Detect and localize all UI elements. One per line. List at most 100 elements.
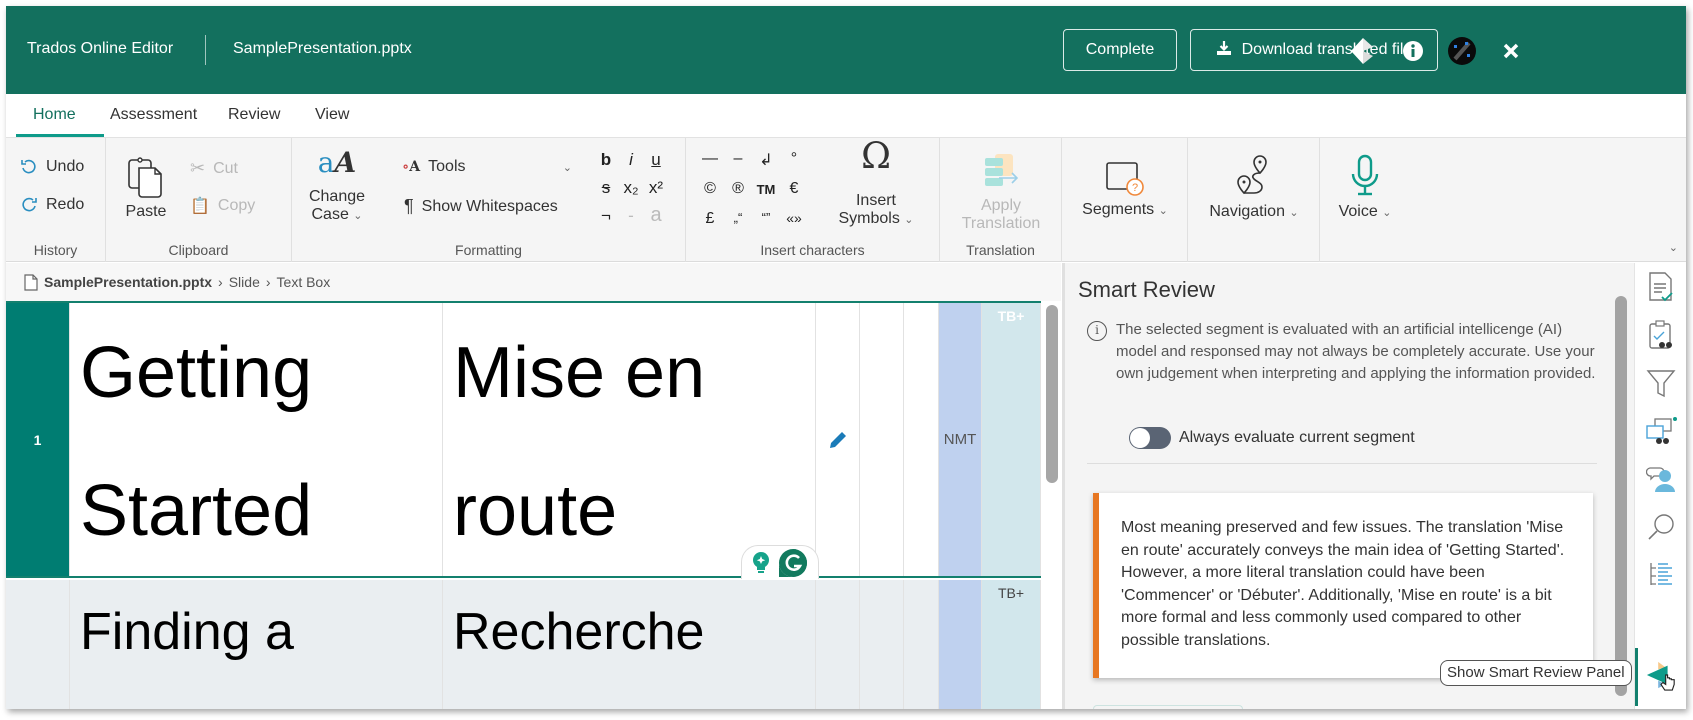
target-cell[interactable]: Mise en route (443, 303, 816, 576)
breadcrumb-item[interactable]: Slide (229, 274, 260, 290)
voice-label: Voice (1338, 203, 1378, 220)
insert-symbols-button[interactable]: Ω Insert Symbols ⌄ (826, 139, 926, 229)
show-whitespaces-button[interactable]: ¶ Show Whitespaces (404, 196, 558, 217)
guillemets-button[interactable]: «» (782, 210, 806, 226)
ribbon-tabs: Home Assessment Review View (6, 94, 1686, 138)
source-text-line: Started (80, 471, 313, 551)
apply-translation-label-2: Translation (961, 215, 1041, 232)
target-text-line[interactable]: Recherche (443, 580, 815, 682)
tb-badge: TB+ (982, 580, 1041, 709)
copyright-button[interactable]: © (698, 180, 722, 198)
copy-button[interactable]: 📋 Copy (190, 196, 255, 216)
hyphen-button[interactable]: - (620, 206, 642, 226)
translation-group-label: Translation (966, 242, 1035, 258)
underline-button[interactable]: u (645, 150, 667, 170)
chevron-down-icon: ⌄ (562, 161, 572, 174)
paste-label: Paste (125, 203, 167, 220)
segment-row[interactable]: Finding a Recherche TB+ (6, 580, 1041, 709)
always-evaluate-toggle[interactable] (1129, 427, 1171, 449)
filter-icon[interactable] (1645, 367, 1677, 399)
line-break-button[interactable]: ↲ (754, 150, 778, 170)
tools-dropdown[interactable]: ∘A Tools ⌄ (402, 158, 572, 176)
insert-symbols-label-2: Symbols (838, 210, 900, 227)
info-icon[interactable] (1398, 36, 1428, 66)
trados-logo-icon[interactable] (1349, 36, 1379, 66)
tb-badge: TB+ (982, 303, 1041, 576)
euro-button[interactable]: € (782, 180, 806, 198)
breadcrumb-item[interactable]: Text Box (277, 274, 331, 290)
pilcrow-icon: ¶ (404, 196, 414, 216)
download-label: Download translated file (1241, 41, 1413, 58)
comments-user-icon[interactable] (1645, 463, 1677, 495)
grammarly-widget[interactable] (741, 545, 819, 579)
target-cell[interactable]: Recherche (443, 580, 816, 709)
change-case-icon: aA (317, 146, 357, 179)
grammarly-icon (779, 548, 807, 577)
navigation-icon (1237, 155, 1267, 195)
breadcrumb-separator: › (218, 274, 223, 290)
always-evaluate-toggle-row: Always evaluate current segment (1129, 427, 1415, 449)
subscript-button[interactable]: x₂ (620, 178, 642, 198)
change-case-button[interactable]: aA Change Case ⌄ (304, 146, 370, 225)
target-text-line[interactable]: Mise en (443, 303, 815, 441)
tab-review[interactable]: Review (228, 106, 280, 124)
redo-button[interactable]: Redo (20, 196, 84, 214)
source-cell: Finding a (70, 580, 443, 709)
non-breaking-button[interactable]: ¬ (595, 206, 617, 226)
app-window: Trados Online Editor SamplePresentation.… (6, 6, 1686, 709)
navigation-dropdown[interactable]: Navigation ⌄ (1194, 154, 1314, 222)
panel-scrollbar[interactable] (1615, 296, 1627, 696)
breadcrumb: SamplePresentation.pptx › Slide › Text B… (6, 263, 1061, 301)
em-dash-button[interactable]: — (698, 150, 722, 168)
tree-list-icon[interactable] (1645, 559, 1677, 591)
pencil-icon[interactable] (827, 429, 849, 451)
search-icon[interactable] (1645, 511, 1677, 543)
app-header: Trados Online Editor SamplePresentation.… (6, 6, 1686, 94)
voice-group: Voice ⌄ ⌄ (1320, 138, 1686, 262)
document-check-icon[interactable] (1645, 271, 1677, 303)
paste-button[interactable]: Paste (118, 156, 174, 221)
pound-button[interactable]: £ (698, 210, 722, 228)
edit-status-cell (816, 580, 860, 709)
undo-label: Undo (46, 158, 85, 175)
registered-button[interactable]: ® (726, 180, 750, 198)
degree-button[interactable]: ° (782, 150, 806, 168)
segment-row[interactable]: 1 Getting Started Mise en route NMT TB+ (6, 301, 1041, 579)
trademark-button[interactable]: TM (754, 182, 778, 197)
breadcrumb-file[interactable]: SamplePresentation.pptx (44, 274, 212, 290)
cut-button[interactable]: ✂ Cut (190, 158, 238, 179)
close-icon[interactable] (1496, 36, 1526, 66)
panel-bottom-tabs[interactable] (1093, 705, 1243, 709)
segments-label: Segments (1082, 201, 1155, 218)
clear-format-button[interactable]: a (645, 204, 667, 227)
origin-badge (939, 580, 982, 709)
chevron-down-icon: ⌄ (1382, 207, 1392, 219)
copy-icon: 📋 (190, 198, 210, 215)
italic-button[interactable]: i (620, 150, 642, 170)
tab-home[interactable]: Home (33, 106, 76, 124)
user-avatar-icon[interactable] (1447, 36, 1477, 66)
insert-symbols-label-1: Insert (855, 192, 896, 209)
tab-view[interactable]: View (315, 106, 349, 124)
navigation-group: Navigation ⌄ (1188, 138, 1320, 262)
screens-binoculars-icon[interactable] (1645, 415, 1677, 447)
bold-button[interactable]: b (595, 150, 617, 170)
editor-scrollbar[interactable] (1046, 305, 1058, 483)
collapse-ribbon-icon[interactable]: ⌄ (1669, 241, 1678, 254)
insert-characters-group-label: Insert characters (760, 242, 865, 258)
segments-dropdown[interactable]: ? Segments ⌄ (1072, 160, 1178, 220)
source-text-line: Getting (80, 333, 313, 413)
tab-assessment[interactable]: Assessment (110, 106, 197, 124)
english-quotes-button[interactable]: “” (754, 210, 778, 225)
clipboard-binoculars-icon[interactable] (1645, 319, 1677, 351)
apply-translation-button[interactable]: Apply Translation (950, 152, 1052, 233)
complete-button[interactable]: Complete (1063, 29, 1177, 71)
undo-button[interactable]: Undo (20, 158, 84, 176)
voice-dropdown[interactable]: Voice ⌄ (1330, 154, 1400, 222)
superscript-button[interactable]: x² (645, 178, 667, 198)
smart-review-icon[interactable] (1645, 659, 1677, 691)
smart-review-tooltip: Show Smart Review Panel (1440, 660, 1632, 686)
strikethrough-button[interactable]: s (595, 178, 617, 198)
en-dash-button[interactable]: – (726, 150, 750, 168)
german-quotes-button[interactable]: „“ (726, 210, 750, 225)
